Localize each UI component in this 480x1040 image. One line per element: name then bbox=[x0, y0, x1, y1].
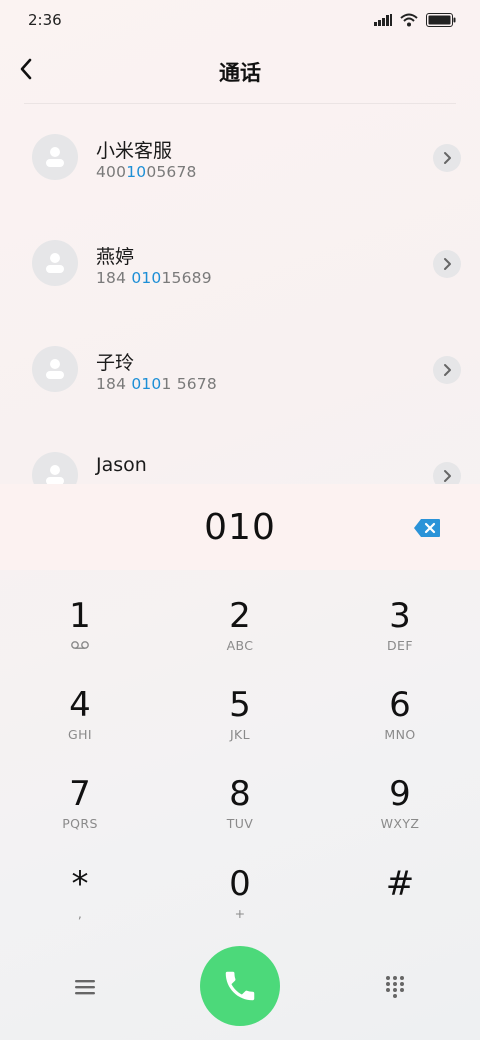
backspace-icon bbox=[414, 519, 440, 537]
chevron-right-icon bbox=[444, 364, 451, 376]
status-time: 2:36 bbox=[28, 11, 62, 29]
contact-detail-button[interactable] bbox=[433, 144, 461, 172]
chevron-left-icon bbox=[20, 58, 32, 80]
key-3[interactable]: 3 DEF bbox=[340, 596, 460, 676]
avatar bbox=[32, 134, 78, 180]
menu-button[interactable] bbox=[72, 975, 98, 999]
contact-detail-button[interactable] bbox=[433, 250, 461, 278]
key-5[interactable]: 5 JKL bbox=[180, 685, 300, 765]
key-digit: 6 bbox=[389, 685, 411, 725]
key-4[interactable]: 4 GHI bbox=[20, 685, 140, 765]
key-6[interactable]: 6 MNO bbox=[340, 685, 460, 765]
key-digit: # bbox=[385, 864, 415, 904]
contact-row[interactable]: Jason bbox=[0, 422, 480, 484]
key-letters: PQRS bbox=[62, 816, 98, 831]
contact-number: 184 01015689 bbox=[96, 269, 212, 287]
number-match: 010 bbox=[131, 375, 162, 393]
key-digit: * bbox=[71, 864, 89, 904]
key-8[interactable]: 8 TUV bbox=[180, 774, 300, 854]
backspace-button[interactable] bbox=[413, 518, 441, 538]
person-icon bbox=[46, 465, 64, 484]
chevron-right-icon bbox=[444, 258, 451, 270]
bottom-bar bbox=[0, 945, 480, 1030]
status-icons bbox=[374, 13, 456, 27]
wifi-icon bbox=[400, 13, 418, 27]
keypad-toggle-button[interactable] bbox=[384, 975, 406, 999]
key-digit: 5 bbox=[229, 685, 251, 725]
key-letters: , bbox=[77, 906, 83, 921]
person-icon bbox=[46, 359, 64, 379]
key-digit: 0 bbox=[229, 864, 251, 904]
avatar bbox=[32, 452, 78, 484]
number-match: 10 bbox=[126, 163, 147, 181]
header: 通话 bbox=[0, 40, 480, 104]
key-digit: 1 bbox=[69, 596, 91, 636]
back-button[interactable] bbox=[14, 54, 38, 84]
key-digit: 3 bbox=[389, 596, 411, 636]
key-7[interactable]: 7 PQRS bbox=[20, 774, 140, 854]
key-letters: MNO bbox=[384, 727, 416, 742]
key-2[interactable]: 2 ABC bbox=[180, 596, 300, 676]
contact-row[interactable]: 子玲 184 0101 5678 bbox=[0, 316, 480, 422]
keypad: 1 2 ABC 3 DEF 4 GHI 5 JKL 6 MNO 7 PQRS 8… bbox=[0, 580, 480, 940]
key-letters: GHI bbox=[68, 727, 92, 742]
key-digit: 7 bbox=[69, 774, 91, 814]
key-star[interactable]: * , bbox=[20, 864, 140, 944]
contact-list: 小米客服 4001005678 燕婷 184 01015689 子玲 184 0… bbox=[0, 104, 480, 484]
key-hash[interactable]: # bbox=[340, 864, 460, 944]
contact-number: 4001005678 bbox=[96, 163, 197, 181]
contact-detail-button[interactable] bbox=[433, 356, 461, 384]
key-letters: DEF bbox=[387, 638, 413, 653]
key-digit: 9 bbox=[389, 774, 411, 814]
phone-icon bbox=[225, 971, 255, 1001]
contact-name: 燕婷 bbox=[96, 246, 135, 268]
contact-row[interactable]: 小米客服 4001005678 bbox=[0, 104, 480, 210]
contact-number: 184 0101 5678 bbox=[96, 375, 217, 393]
avatar bbox=[32, 240, 78, 286]
key-9[interactable]: 9 WXYZ bbox=[340, 774, 460, 854]
key-letters: TUV bbox=[226, 816, 254, 831]
key-letters: JKL bbox=[229, 727, 251, 742]
dialed-number: 010 bbox=[204, 506, 276, 548]
menu-icon bbox=[75, 980, 95, 995]
page-title: 通话 bbox=[219, 61, 261, 85]
key-digit: 4 bbox=[69, 685, 91, 725]
contact-detail-button[interactable] bbox=[433, 462, 461, 484]
key-letters: + bbox=[234, 906, 246, 921]
status-bar: 2:36 bbox=[0, 0, 480, 40]
key-digit: 2 bbox=[229, 596, 251, 636]
key-letters: WXYZ bbox=[380, 816, 420, 831]
avatar bbox=[32, 346, 78, 392]
signal-icon bbox=[374, 14, 392, 26]
chevron-right-icon bbox=[444, 152, 451, 164]
call-button[interactable] bbox=[200, 946, 280, 1026]
contact-row[interactable]: 燕婷 184 01015689 bbox=[0, 210, 480, 316]
number-match: 010 bbox=[131, 269, 162, 287]
key-1[interactable]: 1 bbox=[20, 596, 140, 676]
person-icon bbox=[46, 147, 64, 167]
battery-icon bbox=[426, 13, 456, 27]
contact-name: 子玲 bbox=[96, 352, 135, 374]
keypad-icon bbox=[386, 976, 404, 998]
key-0[interactable]: 0 + bbox=[180, 864, 300, 944]
key-digit: 8 bbox=[229, 774, 251, 814]
person-icon bbox=[46, 253, 64, 273]
dial-display: 010 bbox=[0, 484, 480, 570]
voicemail-icon bbox=[71, 641, 89, 649]
contact-name: 小米客服 bbox=[96, 140, 173, 162]
contact-name: Jason bbox=[96, 454, 147, 476]
chevron-right-icon bbox=[444, 470, 451, 482]
key-letters: ABC bbox=[226, 638, 254, 653]
